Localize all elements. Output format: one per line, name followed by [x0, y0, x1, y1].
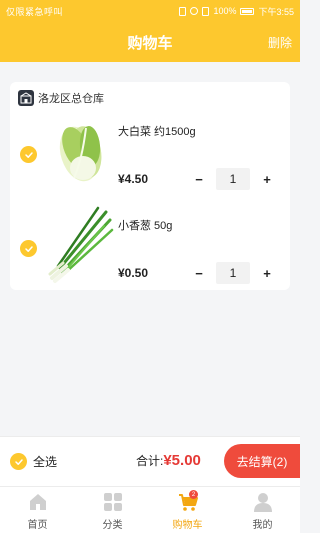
- green-onion-image[interactable]: [46, 202, 116, 284]
- home-icon: [29, 494, 46, 510]
- checkmark-icon: [24, 245, 33, 252]
- item-name: 小香葱 50g: [118, 220, 173, 232]
- category-icon: [103, 493, 122, 511]
- select-all-toggle[interactable]: 全选: [10, 453, 57, 470]
- tab-label: 我的: [252, 520, 273, 531]
- quantity-stepper: − 1 +: [190, 262, 276, 284]
- increase-button[interactable]: +: [258, 264, 276, 282]
- item-price: ¥4.50: [118, 172, 149, 186]
- tab-label: 分类: [102, 520, 123, 531]
- page-title: 购物车: [127, 34, 173, 52]
- total-value: ¥5.00: [163, 452, 201, 469]
- decrease-button[interactable]: −: [190, 170, 208, 188]
- tab-label: 首页: [27, 520, 48, 531]
- battery-icon: [240, 7, 255, 15]
- total-price: 合计: ¥5.00: [136, 452, 201, 469]
- tab-bar: 首页 分类 2 购物车 我的: [0, 486, 300, 533]
- select-all-checkbox[interactable]: [10, 453, 27, 470]
- cart-item: 小香葱 50g ¥0.50 − 1 +: [10, 198, 290, 290]
- quantity-value[interactable]: 1: [216, 262, 250, 284]
- status-time: 下午3:55: [258, 6, 294, 17]
- total-label: 合计:: [136, 454, 164, 468]
- delete-button[interactable]: 删除: [268, 34, 292, 51]
- checkout-button[interactable]: 去结算(2): [224, 444, 300, 478]
- checkmark-icon: [14, 458, 23, 465]
- quantity-value[interactable]: 1: [216, 168, 250, 190]
- select-all-label: 全选: [33, 455, 58, 469]
- sim-icon: [202, 6, 210, 16]
- tab-home[interactable]: 首页: [0, 487, 75, 533]
- profile-icon: [253, 493, 272, 512]
- item-checkbox[interactable]: [20, 146, 37, 163]
- checkmark-icon: [24, 151, 33, 158]
- increase-button[interactable]: +: [258, 170, 276, 188]
- status-icons: 100% 下午3:55: [179, 5, 294, 18]
- header: 购物车 删除: [0, 22, 300, 62]
- decrease-button[interactable]: −: [190, 264, 208, 282]
- tab-profile[interactable]: 我的: [225, 487, 300, 533]
- quantity-stepper: − 1 +: [190, 168, 276, 190]
- battery-percent: 100%: [213, 6, 237, 16]
- cart-card: 洛龙区总仓库 大白菜 约1500g ¥4.50 − 1 + 小香葱 50g ¥0…: [10, 82, 290, 290]
- status-bar: 仅限紧急呼叫 100% 下午3:55: [0, 0, 300, 22]
- tab-cart[interactable]: 2 购物车: [150, 487, 225, 533]
- napa-cabbage-image[interactable]: [46, 108, 116, 190]
- alarm-icon: [190, 7, 199, 15]
- cart-badge: 2: [189, 490, 198, 499]
- cart-item: 大白菜 约1500g ¥4.50 − 1 +: [10, 104, 290, 196]
- item-checkbox[interactable]: [20, 240, 37, 257]
- vibrate-icon: [179, 6, 187, 16]
- checkout-bar: 全选 合计: ¥5.00 去结算(2): [0, 436, 300, 486]
- item-name: 大白菜 约1500g: [118, 126, 196, 138]
- status-carrier-text: 仅限紧急呼叫: [6, 6, 64, 17]
- tab-label: 购物车: [172, 520, 203, 531]
- tab-category[interactable]: 分类: [75, 487, 150, 533]
- item-price: ¥0.50: [118, 266, 149, 280]
